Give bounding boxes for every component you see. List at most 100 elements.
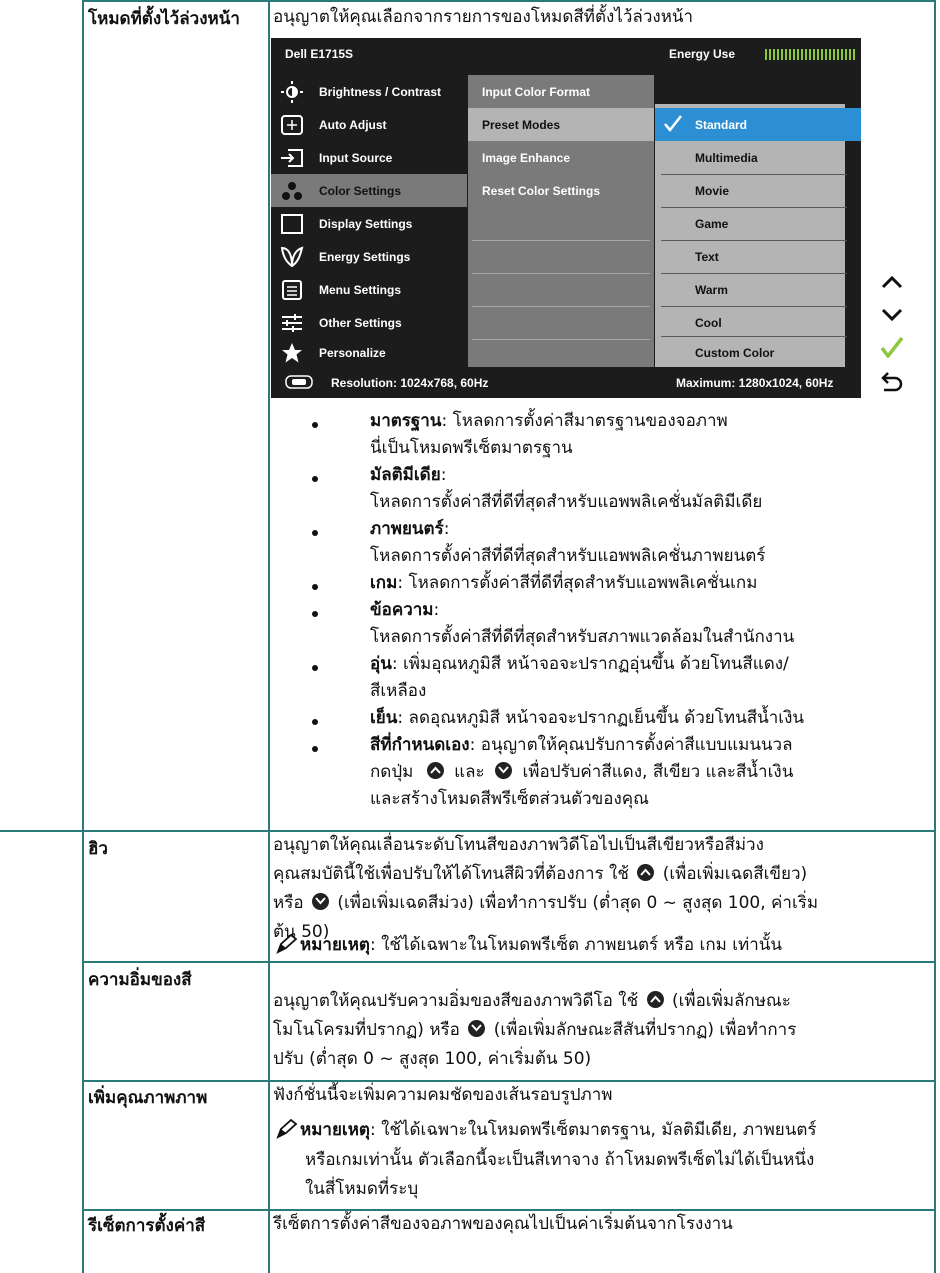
menu-item-energy-settings[interactable]: Energy Settings (271, 240, 467, 273)
menu-label: Brightness / Contrast (319, 84, 442, 99)
osd-footer: Resolution: 1024x768, 60Hz Maximum: 1280… (271, 367, 861, 398)
bullet-text: : ลดอุณหภูมิสี หน้าจอจะปรากฏเย็นขึ้น ด้ว… (397, 708, 805, 728)
check-icon (880, 336, 904, 362)
mode-movie[interactable]: Movie (655, 174, 845, 207)
brightness-icon (279, 79, 305, 105)
bullet-text: : (443, 519, 450, 539)
enhance-note: หมายเหตุ: ใช้ได้เฉพาะในโหมดพรีเซ็ตมาตรฐา… (276, 1117, 817, 1148)
menu-label: Auto Adjust (319, 117, 387, 132)
hue-note: หมายเหตุ: ใช้ได้เฉพาะในโหมดพรีเซ็ต ภาพยน… (276, 932, 782, 963)
menu-item-input-source[interactable]: Input Source (271, 141, 467, 174)
menu-label: Menu Settings (319, 282, 402, 297)
display-settings-icon (279, 211, 305, 237)
hue-line3: หรือ (เพื่อเพิ่มเฉดสีม่วง) เพื่อทำการปรั… (273, 890, 818, 917)
hue-label: ฮิว (88, 839, 108, 859)
preset-modes-label: โหมดที่ตั้งไว้ล่วงหน้า (88, 9, 240, 29)
mode-multimedia[interactable]: Multimedia (655, 141, 845, 174)
list-item: มัลติมีเดีย: (370, 462, 446, 489)
color-menu-image-enhance[interactable]: Image Enhance (468, 141, 654, 174)
osd-model-name: Dell E1715S (285, 47, 354, 61)
custom-text: และ (454, 762, 485, 782)
sat-text: (เพื่อเพิ่มลักษณะ (671, 991, 791, 1011)
osd-maximum: Maximum: 1280x1024, 60Hz (676, 376, 834, 390)
menu-item-menu-settings[interactable]: Menu Settings (271, 273, 467, 306)
menu-item-personalize[interactable]: Personalize (271, 339, 467, 367)
custom-color-line2: กดปุ่ม และ เพื่อปรับค่าสีแดง, สีเขียว แล… (370, 759, 793, 786)
menu-item-display-settings[interactable]: Display Settings (271, 207, 467, 240)
osd-menu: Dell E1715S Energy Use Brightness / Cont… (271, 38, 861, 398)
bullet-text-cont: โหลดการตั้งค่าสีที่ดีที่สุดสำหรับแอพพลิเ… (370, 492, 763, 512)
saturation-line2: โมโนโครมที่ปรากฏ) หรือ (เพื่อเพิ่มลักษณะ… (273, 1017, 796, 1044)
bullet-term: ภาพยนตร์ (370, 519, 444, 539)
list-item: เย็น: ลดอุณหภูมิสี หน้าจอจะปรากฏเย็นขึ้น… (370, 705, 804, 732)
note-label: หมายเหตุ (300, 935, 370, 955)
bullet-text: : อนุญาตให้คุณปรับการตั้งค่าสีแบบแมนนวล (469, 735, 793, 755)
bullet-term: เย็น (370, 708, 398, 728)
menu-label: Color Settings (319, 183, 402, 198)
list-item: เกม: โหลดการตั้งค่าสีที่ดีที่สุดสำหรับแอ… (370, 570, 757, 597)
saturation-label: ความอิ่มของสี (88, 970, 192, 990)
bullet-text-cont: นี่เป็นโหมดพรีเซ็ตมาตรฐาน (370, 438, 573, 458)
menu-item-brightness[interactable]: Brightness / Contrast (271, 75, 467, 108)
color-menu-input-color-format[interactable]: Input Color Format (468, 75, 654, 108)
menu-item-other-settings[interactable]: Other Settings (271, 306, 467, 339)
mode-label: Standard (695, 117, 748, 132)
bullet-text-cont: โหลดการตั้งค่าสีที่ดีที่สุดสำหรับสภาพแวด… (370, 627, 795, 647)
mode-cool[interactable]: Cool (655, 306, 845, 339)
confirm-button[interactable] (875, 332, 909, 366)
bullet-term: สีที่กำหนดเอง (370, 735, 470, 755)
custom-text: เพื่อปรับค่าสีแดง, สีเขียว และสีน้ำเงิน (522, 762, 794, 782)
mode-game[interactable]: Game (655, 207, 845, 240)
osd-resolution: Resolution: 1024x768, 60Hz (331, 376, 489, 390)
bullet-text: : เพิ่มอุณหภูมิสี หน้าจอจะปรากฏอุ่นขึ้น … (391, 654, 789, 674)
sat-text: โมโนโครมที่ปรากฏ) หรือ (273, 1020, 460, 1040)
enhance-line3: ในสี่โหมดที่ระบุ (305, 1179, 419, 1199)
mode-text[interactable]: Text (655, 240, 845, 273)
bullet-term: เกม (370, 573, 398, 593)
star-icon (279, 340, 305, 366)
mode-standard[interactable]: Standard (655, 108, 861, 141)
sat-text: (เพื่อเพิ่มลักษณะสีสันที่ปรากฏ) เพื่อทำก… (493, 1020, 797, 1040)
menu-label: Other Settings (319, 315, 402, 330)
vga-connector-icon (285, 375, 313, 392)
up-round-icon (426, 762, 444, 779)
down-round-icon (311, 893, 329, 910)
image-enhance-label: เพิ่มคุณภาพภาพ (88, 1088, 208, 1108)
down-button[interactable] (875, 299, 909, 333)
bullet-text-cont: สีเหลือง (370, 681, 427, 701)
bullet-term: มัลติมีเดีย (370, 465, 441, 485)
mode-warm[interactable]: Warm (655, 273, 845, 306)
color-menu-preset-modes[interactable]: Preset Modes (468, 108, 654, 141)
energy-leaf-icon (279, 244, 305, 270)
color-menu-reset[interactable]: Reset Color Settings (468, 174, 654, 207)
bullet-term: ข้อความ (370, 600, 434, 620)
up-round-icon (637, 864, 655, 881)
note-text: : ใช้ได้เฉพาะในโหมดพรีเซ็ตมาตรฐาน, มัลติ… (369, 1120, 817, 1140)
menu-label: Input Source (319, 150, 393, 165)
osd-header: Dell E1715S Energy Use (271, 38, 861, 71)
back-button[interactable] (875, 366, 909, 400)
up-round-icon (646, 991, 664, 1008)
list-item: ภาพยนตร์: (370, 516, 449, 543)
down-icon (881, 307, 903, 326)
bullet-term: มาตรฐาน (370, 411, 442, 431)
preset-modes-description: อนุญาตให้คุณเลือกจากรายการของโหมดสีที่ตั… (273, 7, 694, 27)
up-button[interactable] (875, 266, 909, 300)
list-item: สีที่กำหนดเอง: อนุญาตให้คุณปรับการตั้งค่… (370, 732, 793, 759)
enhance-line1: ฟังก์ชั่นนี้จะเพิ่มความคมชัดของเส้นรอบรู… (273, 1085, 613, 1105)
mode-custom-color[interactable]: Custom Color (655, 336, 845, 369)
custom-text: และสร้างโหมดสีพรีเซ็ตส่วนตัวของคุณ (370, 789, 649, 809)
reset-line1: รีเซ็ตการตั้งค่าสีของจอภาพของคุณไปเป็นค่… (273, 1214, 733, 1234)
custom-text: กดปุ่ม (370, 762, 414, 782)
bullet-text-cont: โหลดการตั้งค่าสีที่ดีที่สุดสำหรับแอพพลิเ… (370, 546, 766, 566)
sat-text: อนุญาตให้คุณปรับความอิ่มของสีของภาพวิดีโ… (273, 991, 639, 1011)
menu-label: Energy Settings (319, 249, 411, 264)
hue-text: (เพื่อเพิ่มเฉดสีม่วง) เพื่อทำการปรับ (ต่… (337, 893, 819, 913)
check-icon (663, 114, 683, 135)
note-label: หมายเหตุ (300, 1120, 370, 1140)
bullet-text: : โหลดการตั้งค่าสีมาตรฐานของจอภาพ (441, 411, 728, 431)
menu-label: Display Settings (319, 216, 413, 231)
reset-color-label: รีเซ็ตการตั้งค่าสี (88, 1216, 206, 1236)
menu-item-auto-adjust[interactable]: Auto Adjust (271, 108, 467, 141)
menu-item-color-settings[interactable]: Color Settings (271, 174, 467, 207)
